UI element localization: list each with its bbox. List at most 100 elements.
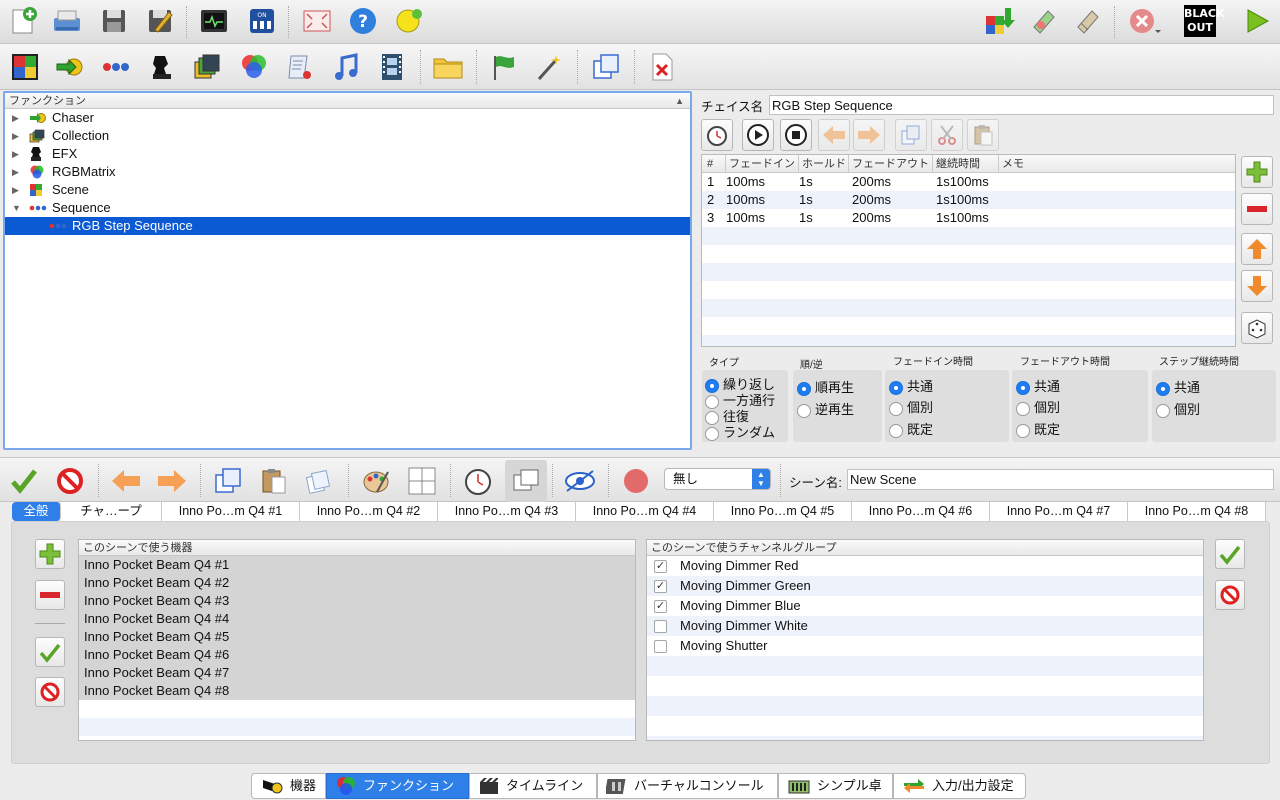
magic-wand-icon[interactable] bbox=[532, 50, 566, 84]
tree-folder-scene[interactable]: ▶ Scene bbox=[5, 181, 690, 199]
save-icon[interactable] bbox=[97, 4, 131, 38]
fadein-perstep-option[interactable]: 個別 bbox=[889, 397, 933, 416]
paste-step-button[interactable] bbox=[967, 119, 999, 151]
checkbox-unchecked-icon[interactable] bbox=[654, 620, 667, 634]
dmx-address-tool-icon[interactable]: ON bbox=[245, 4, 279, 38]
monitor-icon[interactable] bbox=[197, 4, 231, 38]
remove-fixture-button[interactable] bbox=[35, 580, 65, 610]
efx-icon[interactable] bbox=[145, 50, 179, 84]
expand-arrow-icon[interactable]: ▶ bbox=[12, 127, 19, 145]
main-tab-simple-desk[interactable]: シンプル卓 bbox=[778, 773, 893, 799]
scene-tab-3[interactable]: Inno Po…m Q4 #2 bbox=[300, 502, 438, 521]
tabbed-view-icon[interactable] bbox=[505, 460, 547, 502]
channel-group-item[interactable]: ✓ Moving Dimmer Blue bbox=[647, 596, 1203, 616]
enable-all-icon[interactable] bbox=[7, 464, 41, 498]
scene-name-input[interactable]: New Scene bbox=[847, 469, 1274, 490]
fixture-item[interactable]: Inno Pocket Beam Q4 #3 bbox=[79, 592, 635, 610]
main-tab-virtual-console[interactable]: バーチャルコンソール bbox=[597, 773, 778, 799]
main-tab-timeline[interactable]: タイムライン bbox=[469, 773, 597, 799]
shuffle-button[interactable] bbox=[1241, 312, 1273, 344]
disable-all-icon[interactable] bbox=[53, 464, 87, 498]
checkbox-checked-icon[interactable]: ✓ bbox=[654, 560, 667, 574]
fixture-item[interactable]: Inno Pocket Beam Q4 #6 bbox=[79, 646, 635, 664]
disable-fixtures-button[interactable] bbox=[35, 677, 65, 707]
fullscreen-icon[interactable] bbox=[300, 4, 334, 38]
tree-folder-rgbmatrix[interactable]: ▶ RGBMatrix bbox=[5, 163, 690, 181]
enable-fixtures-button[interactable] bbox=[35, 637, 65, 667]
tree-item-rgb-step-sequence[interactable]: RGB Step Sequence bbox=[5, 217, 690, 235]
tree-folder-collection[interactable]: ▶ Collection bbox=[5, 127, 690, 145]
open-workspace-icon[interactable] bbox=[50, 4, 84, 38]
channel-group-item[interactable]: ✓ Moving Dimmer Green bbox=[647, 576, 1203, 596]
scene-tab-5[interactable]: Inno Po…m Q4 #4 bbox=[576, 502, 714, 521]
scene-tab-8[interactable]: Inno Po…m Q4 #7 bbox=[990, 502, 1128, 521]
expand-arrow-icon[interactable]: ▶ bbox=[12, 181, 19, 199]
scene-tab-9[interactable]: Inno Po…m Q4 #8 bbox=[1128, 502, 1266, 521]
direction-backward-option[interactable]: 逆再生 bbox=[797, 399, 854, 418]
fixture-item[interactable]: Inno Pocket Beam Q4 #8 bbox=[79, 682, 635, 700]
video-icon[interactable] bbox=[375, 50, 409, 84]
rgbmatrix-icon[interactable] bbox=[237, 50, 271, 84]
scene-tab-1[interactable]: チャ…ープ bbox=[61, 502, 162, 521]
copy-to-all-icon[interactable] bbox=[302, 464, 336, 498]
save-as-icon[interactable] bbox=[143, 4, 177, 38]
disable-groups-button[interactable] bbox=[1215, 580, 1245, 610]
checkbox-checked-icon[interactable]: ✓ bbox=[654, 580, 667, 594]
fadeout-perstep-option[interactable]: 個別 bbox=[1016, 397, 1060, 416]
channel-group-item[interactable]: Moving Dimmer White bbox=[647, 616, 1203, 636]
play-icon[interactable] bbox=[1240, 4, 1274, 38]
add-fixture-button[interactable] bbox=[35, 539, 65, 569]
main-tab-function[interactable]: ファンクション bbox=[326, 773, 469, 799]
collection-icon[interactable] bbox=[190, 50, 224, 84]
speed-dial-icon[interactable] bbox=[461, 464, 495, 498]
fadein-default-option[interactable]: 既定 bbox=[889, 419, 933, 438]
fade-select[interactable]: 無し ▲ ▼ bbox=[664, 468, 771, 490]
remove-step-button[interactable] bbox=[1241, 193, 1273, 225]
tree-folder-sequence[interactable]: ▼ Sequence bbox=[5, 199, 690, 217]
move-step-up-button[interactable] bbox=[1241, 233, 1273, 265]
copy-step-button[interactable] bbox=[895, 119, 927, 151]
play-chaser-button[interactable] bbox=[742, 119, 774, 151]
wizard-flag-icon[interactable] bbox=[487, 50, 521, 84]
step-row[interactable]: 2 100ms 1s 200ms 1s100ms bbox=[702, 191, 1235, 209]
step-common-option[interactable]: 共通 bbox=[1156, 377, 1200, 396]
previous-tab-icon[interactable] bbox=[109, 464, 143, 498]
bulb-icon[interactable] bbox=[392, 4, 426, 38]
sequence-icon[interactable] bbox=[99, 50, 133, 84]
fixture-item[interactable]: Inno Pocket Beam Q4 #5 bbox=[79, 628, 635, 646]
type-random-option[interactable]: ランダム bbox=[705, 422, 775, 441]
scene-tab-2[interactable]: Inno Po…m Q4 #1 bbox=[162, 502, 300, 521]
step-perstep-option[interactable]: 個別 bbox=[1156, 399, 1200, 418]
step-row[interactable]: 3 100ms 1s 200ms 1s100ms bbox=[702, 209, 1235, 227]
fixture-item[interactable]: Inno Pocket Beam Q4 #7 bbox=[79, 664, 635, 682]
new-workspace-icon[interactable] bbox=[6, 4, 40, 38]
edit-pencil-icon[interactable] bbox=[1071, 4, 1105, 38]
direction-forward-option[interactable]: 順再生 bbox=[797, 377, 854, 396]
fadein-common-option[interactable]: 共通 bbox=[889, 376, 933, 395]
main-tab-io[interactable]: 入力/出力設定 bbox=[893, 773, 1026, 799]
tree-folder-efx[interactable]: ▶ EFX bbox=[5, 145, 690, 163]
delete-icon[interactable] bbox=[645, 50, 679, 84]
sort-up-icon[interactable]: ▲ bbox=[675, 93, 684, 109]
expand-arrow-icon[interactable]: ▶ bbox=[12, 163, 19, 181]
dmx-dump-icon[interactable] bbox=[982, 4, 1016, 38]
scene-tab-4[interactable]: Inno Po…m Q4 #3 bbox=[438, 502, 576, 521]
fixture-item[interactable]: Inno Pocket Beam Q4 #1 bbox=[79, 556, 635, 574]
scene-tab-6[interactable]: Inno Po…m Q4 #5 bbox=[714, 502, 852, 521]
fadeout-default-option[interactable]: 既定 bbox=[1016, 419, 1060, 438]
scene-tab-0[interactable]: 全般 bbox=[12, 502, 61, 521]
expand-arrow-icon[interactable]: ▶ bbox=[12, 145, 19, 163]
blackout-icon[interactable]: BLACK OUT bbox=[1183, 4, 1225, 38]
folder-icon[interactable] bbox=[431, 50, 465, 84]
expand-arrow-icon[interactable]: ▶ bbox=[12, 109, 19, 127]
position-tool-icon[interactable] bbox=[405, 464, 439, 498]
stopwatch-button[interactable] bbox=[701, 119, 733, 151]
enable-groups-button[interactable] bbox=[1215, 539, 1245, 569]
color-tool-icon[interactable] bbox=[359, 464, 393, 498]
paste-values-icon[interactable] bbox=[257, 464, 291, 498]
add-step-button[interactable] bbox=[1241, 156, 1273, 188]
step-row[interactable]: 1 100ms 1s 200ms 1s100ms bbox=[702, 173, 1235, 191]
move-step-down-button[interactable] bbox=[1241, 270, 1273, 302]
fixture-item[interactable]: Inno Pocket Beam Q4 #4 bbox=[79, 610, 635, 628]
channel-group-item[interactable]: Moving Shutter bbox=[647, 636, 1203, 656]
